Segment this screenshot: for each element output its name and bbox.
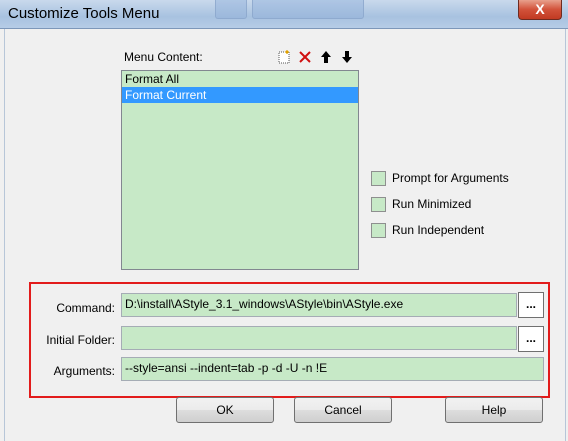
new-item-button[interactable]: [274, 48, 293, 66]
command-label: Command:: [56, 301, 115, 315]
title-bar: Customize Tools Menu X: [0, 0, 568, 29]
list-item[interactable]: Format All: [122, 71, 358, 87]
new-item-icon: [278, 50, 289, 64]
initial-folder-label: Initial Folder:: [46, 333, 115, 347]
arguments-field[interactable]: --style=ansi --indent=tab -p -d -U -n !E: [121, 357, 544, 381]
prompt-arguments-checkbox[interactable]: Prompt for Arguments: [371, 169, 531, 187]
move-down-button[interactable]: [337, 48, 356, 66]
checkbox-box[interactable]: [371, 197, 386, 212]
checkbox-box[interactable]: [371, 171, 386, 186]
move-up-icon: [320, 51, 331, 63]
folder-browse-button[interactable]: ...: [518, 326, 544, 352]
checkbox-box[interactable]: [371, 223, 386, 238]
run-independent-label: Run Independent: [392, 223, 485, 237]
run-independent-checkbox[interactable]: Run Independent: [371, 221, 531, 239]
menu-content-label: Menu Content:: [124, 50, 203, 64]
delete-icon: [298, 51, 311, 63]
help-button[interactable]: Help: [445, 397, 543, 423]
arguments-label: Arguments:: [53, 364, 115, 378]
run-minimized-checkbox[interactable]: Run Minimized: [371, 195, 531, 213]
menu-content-list[interactable]: Format All Format Current: [121, 70, 359, 270]
initial-folder-field[interactable]: [121, 326, 517, 350]
command-field[interactable]: D:\install\AStyle_3.1_windows\AStyle\bin…: [121, 293, 517, 317]
window-title: Customize Tools Menu: [8, 5, 160, 22]
prompt-arguments-label: Prompt for Arguments: [392, 171, 509, 185]
run-minimized-label: Run Minimized: [392, 197, 472, 211]
move-down-icon: [341, 51, 352, 63]
cancel-button[interactable]: Cancel: [294, 397, 392, 423]
command-browse-button[interactable]: ...: [518, 292, 544, 318]
close-icon: X: [535, 1, 545, 17]
background-tab: [215, 0, 247, 19]
background-tab: [252, 0, 364, 19]
delete-item-button[interactable]: [295, 48, 314, 66]
move-up-button[interactable]: [316, 48, 335, 66]
close-button[interactable]: X: [518, 0, 562, 20]
ok-button[interactable]: OK: [176, 397, 274, 423]
menu-content-header: Menu Content:: [121, 47, 359, 67]
list-item-selected[interactable]: Format Current: [122, 87, 358, 103]
